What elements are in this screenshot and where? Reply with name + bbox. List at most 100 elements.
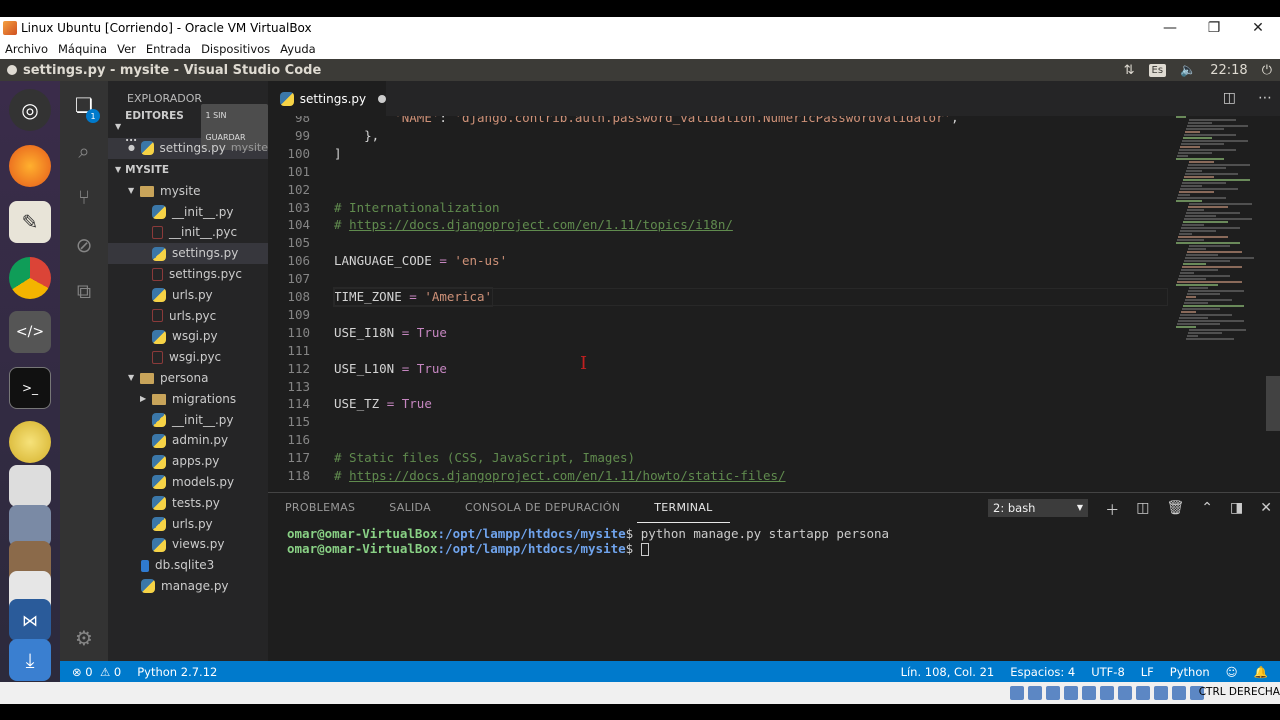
tab-settings-py[interactable]: settings.py bbox=[268, 81, 386, 116]
tree-file[interactable]: __init__.py bbox=[108, 202, 268, 223]
panel-tab[interactable]: PROBLEMAS bbox=[268, 493, 372, 523]
tree-folder[interactable]: ▶ migrations bbox=[108, 389, 268, 410]
code-line[interactable]: 100] bbox=[268, 145, 1168, 163]
unsaved-dot-icon[interactable] bbox=[378, 94, 386, 103]
tree-file[interactable]: urls.py bbox=[108, 285, 268, 306]
code-line[interactable]: 107 bbox=[268, 270, 1168, 288]
close-icon[interactable]: ✕ bbox=[1236, 17, 1280, 39]
tree-folder[interactable]: ▼ persona bbox=[108, 368, 268, 389]
vbox-menu-item[interactable]: Dispositivos bbox=[196, 42, 275, 56]
usb-icon[interactable] bbox=[1082, 686, 1096, 700]
ubuntu-dash-icon[interactable]: ◎ bbox=[9, 89, 51, 131]
close-panel-icon[interactable]: ✕ bbox=[1260, 500, 1272, 520]
settings-gear-icon[interactable]: ⚙ bbox=[72, 626, 96, 650]
terminal-icon[interactable]: >_ bbox=[9, 367, 51, 409]
split-terminal-icon[interactable]: ◫ bbox=[1136, 500, 1149, 520]
feedback-smiley-icon[interactable]: ☺ bbox=[1226, 665, 1238, 679]
network-icon[interactable]: ⇅ bbox=[1124, 63, 1135, 78]
tree-file[interactable]: wsgi.pyc bbox=[108, 347, 268, 368]
tree-folder[interactable]: ▼ mysite bbox=[108, 181, 268, 202]
code-line[interactable]: 114 USE_TZ = True bbox=[268, 395, 1168, 413]
tree-file[interactable]: wsgi.py bbox=[108, 326, 268, 347]
xampp-icon[interactable] bbox=[9, 421, 51, 463]
hdd-icon[interactable] bbox=[1010, 686, 1024, 700]
vbox-menu-item[interactable]: Entrada bbox=[141, 42, 196, 56]
code-line[interactable]: 110 USE_I18N = True bbox=[268, 324, 1168, 342]
debug-icon[interactable]: ⊘ bbox=[72, 233, 96, 257]
indentation[interactable]: Espacios: 4 bbox=[1010, 665, 1075, 679]
more-actions-icon[interactable]: ⋯ bbox=[1258, 90, 1272, 106]
code-line[interactable]: 109 bbox=[268, 306, 1168, 324]
tree-file[interactable]: settings.py bbox=[108, 243, 268, 264]
vbox-menu-item[interactable]: Ayuda bbox=[275, 42, 321, 56]
code-line[interactable]: 106 LANGUAGE_CODE = 'en-us' bbox=[268, 252, 1168, 270]
keyboard-layout[interactable]: Es bbox=[1148, 63, 1167, 77]
editor-scrollbar[interactable] bbox=[1266, 376, 1280, 431]
encoding[interactable]: UTF-8 bbox=[1091, 665, 1125, 679]
tree-file[interactable]: views.py bbox=[108, 534, 268, 555]
split-editor-icon[interactable]: ◫ bbox=[1223, 90, 1236, 106]
tree-file[interactable]: apps.py bbox=[108, 451, 268, 472]
code-line[interactable]: 115 bbox=[268, 413, 1168, 431]
new-terminal-icon[interactable]: ＋ bbox=[1105, 500, 1119, 520]
search-icon[interactable]: ⌕ bbox=[72, 139, 96, 163]
panel-tab[interactable]: CONSOLA DE DEPURACIÓN bbox=[448, 493, 637, 523]
optical-icon[interactable] bbox=[1028, 686, 1042, 700]
terminal-output[interactable]: omar@omar-VirtualBox:/opt/lampp/htdocs/m… bbox=[287, 526, 889, 556]
minimize-icon[interactable]: — bbox=[1148, 17, 1192, 39]
power-icon[interactable]: ⏻ bbox=[1262, 63, 1272, 78]
language-mode[interactable]: Python bbox=[1170, 665, 1210, 679]
source-control-icon[interactable]: ⑂ bbox=[72, 185, 96, 209]
network-icon[interactable] bbox=[1064, 686, 1078, 700]
code-line[interactable]: 111 bbox=[268, 342, 1168, 360]
terminal-select[interactable]: 2: bash ▼ bbox=[988, 499, 1088, 517]
tree-file[interactable]: models.py bbox=[108, 472, 268, 493]
code-line[interactable]: 105 bbox=[268, 234, 1168, 252]
download-icon[interactable]: ⤓ bbox=[9, 639, 51, 681]
vscode-icon[interactable]: ⋈ bbox=[9, 599, 51, 641]
code-line[interactable]: 117 # Static files (CSS, JavaScript, Imag… bbox=[268, 449, 1168, 467]
open-editors-section[interactable]: ▼ EDITORES ... 1 SIN GUARDAR bbox=[108, 104, 268, 150]
minimap[interactable] bbox=[1176, 116, 1266, 492]
firefox-icon[interactable] bbox=[9, 145, 51, 187]
text-editor-icon[interactable]: ✎ bbox=[9, 201, 51, 243]
cpu-icon[interactable] bbox=[1154, 686, 1168, 700]
code-line[interactable]: 118 # https://docs.djangoproject.com/en/1… bbox=[268, 467, 1168, 485]
sublime-icon[interactable]: </> bbox=[9, 311, 51, 353]
panel-tab[interactable]: SALIDA bbox=[372, 493, 448, 523]
code-line[interactable]: 98 'NAME': 'django.contrib.auth.password… bbox=[268, 116, 1168, 127]
display-icon[interactable] bbox=[1118, 686, 1132, 700]
code-line[interactable]: 112 USE_L10N = True bbox=[268, 360, 1168, 378]
tree-file[interactable]: urls.pyc bbox=[108, 306, 268, 327]
window-close-dot-icon[interactable] bbox=[7, 65, 17, 75]
code-line[interactable]: 103 # Internationalization bbox=[268, 199, 1168, 217]
code-editor[interactable]: 98 'NAME': 'django.contrib.auth.password… bbox=[268, 116, 1280, 492]
line-ending[interactable]: LF bbox=[1141, 665, 1154, 679]
shared-folder-icon[interactable] bbox=[1100, 686, 1114, 700]
calc-icon[interactable] bbox=[9, 465, 51, 507]
tree-file[interactable]: manage.py bbox=[108, 576, 268, 597]
vbox-menu-item[interactable]: Ver bbox=[112, 42, 141, 56]
code-line[interactable]: 104 # https://docs.djangoproject.com/en/1… bbox=[268, 216, 1168, 234]
tree-file[interactable]: db.sqlite3 bbox=[108, 555, 268, 576]
recording-icon[interactable] bbox=[1136, 686, 1150, 700]
panel-tab[interactable]: TERMINAL bbox=[637, 493, 730, 523]
notifications-bell-icon[interactable]: 🔔 bbox=[1254, 665, 1268, 679]
code-line[interactable]: 99 }, bbox=[268, 127, 1168, 145]
tree-file[interactable]: admin.py bbox=[108, 430, 268, 451]
python-interpreter[interactable]: Python 2.7.12 bbox=[137, 665, 217, 679]
toggle-panel-icon[interactable]: ◨ bbox=[1230, 500, 1243, 520]
clock[interactable]: 22:18 bbox=[1210, 63, 1247, 78]
chrome-icon[interactable] bbox=[9, 257, 51, 299]
extensions-icon[interactable]: ⧉ bbox=[72, 279, 96, 303]
project-section[interactable]: ▼ MYSITE bbox=[108, 159, 268, 181]
code-line[interactable]: 116 bbox=[268, 431, 1168, 449]
tree-file[interactable]: urls.py bbox=[108, 514, 268, 535]
code-line[interactable]: 113 bbox=[268, 378, 1168, 396]
volume-icon[interactable]: 🔈 bbox=[1180, 63, 1196, 78]
vbox-menu-item[interactable]: Archivo bbox=[0, 42, 53, 56]
restore-icon[interactable]: ❐ bbox=[1192, 17, 1236, 39]
problems-indicator[interactable]: ⊗ 0 ⚠ 0 bbox=[72, 665, 121, 679]
tree-file[interactable]: __init__.py bbox=[108, 410, 268, 431]
mouse-integration-icon[interactable] bbox=[1172, 686, 1186, 700]
